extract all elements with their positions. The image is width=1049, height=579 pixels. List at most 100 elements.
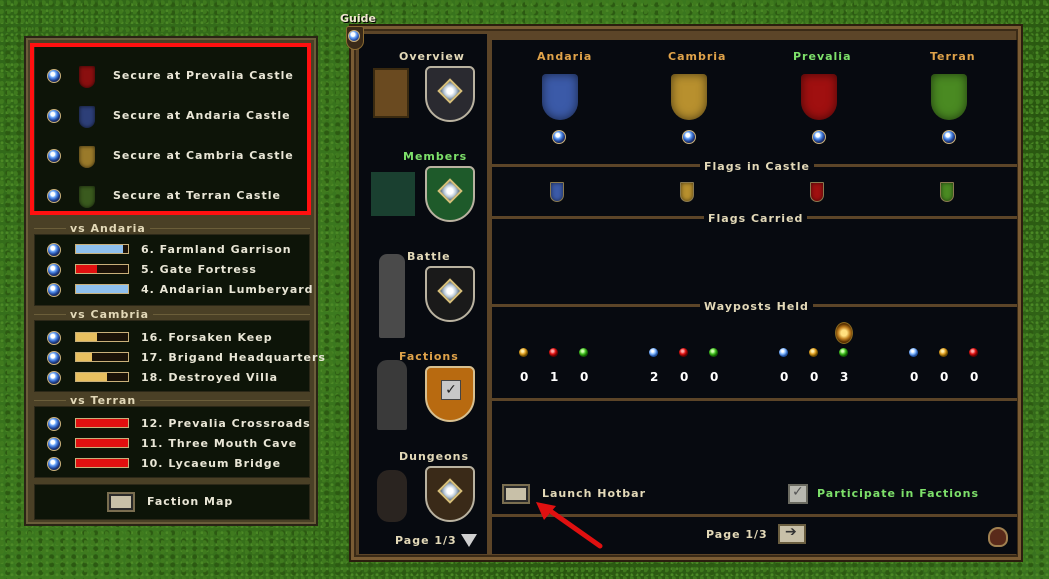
page-down-button[interactable] — [461, 534, 477, 547]
overview-crest-button[interactable] — [425, 66, 475, 122]
guide-orb-icon — [348, 30, 360, 42]
faction-orb-icon[interactable] — [812, 130, 826, 144]
nav-overview-label: Overview — [399, 50, 465, 63]
secure-objective-label: Secure at Andaria Castle — [113, 109, 291, 122]
nav-battle-label: Battle — [407, 250, 451, 263]
objective-orb-icon[interactable] — [47, 149, 61, 163]
minimize-gem-button[interactable] — [988, 527, 1008, 547]
objective-orb-icon[interactable] — [47, 437, 61, 451]
participate-checkbox[interactable]: ✓ — [788, 484, 808, 504]
waypost-blue-icon — [779, 348, 788, 357]
objective-orb-icon[interactable] — [47, 189, 61, 203]
objective-orb-icon[interactable] — [47, 457, 61, 471]
objective-orb-icon[interactable] — [47, 351, 61, 365]
members-crest-button[interactable] — [425, 166, 475, 222]
factions-warrior-icon — [377, 360, 407, 430]
objective-orb-icon[interactable] — [47, 331, 61, 345]
waypost-label: 11. Three Mouth Cave — [141, 437, 298, 450]
secure-objective-label: Secure at Cambria Castle — [113, 149, 294, 162]
waypost-blue-icon — [909, 348, 918, 357]
group-box: 6. Farmland Garrison 5. Gate Fortress 4.… — [34, 234, 313, 306]
progress-bar-fill — [76, 285, 128, 293]
cambria-flag-icon — [680, 182, 694, 202]
cambria-banner — [671, 74, 707, 120]
check-icon: ✓ — [441, 380, 461, 400]
members-figures-icon — [371, 172, 415, 216]
objective-orb-icon[interactable] — [47, 263, 61, 277]
progress-bar-fill — [76, 439, 128, 447]
progress-bar-fill — [76, 265, 97, 273]
page-label: Page — [706, 528, 741, 541]
faction-name: Cambria — [668, 50, 727, 63]
faction-map-button[interactable] — [107, 492, 135, 512]
progress-bar — [75, 244, 129, 254]
progress-bar-fill — [76, 353, 92, 361]
waypost-count: 0 — [680, 370, 689, 384]
waypost-blue-icon — [649, 348, 658, 357]
secure-objective-label: Secure at Prevalia Castle — [113, 69, 294, 82]
battle-crest-button[interactable] — [425, 266, 475, 322]
andaria-banner — [542, 74, 578, 120]
progress-bar — [75, 284, 129, 294]
waypost-yellow-icon — [519, 348, 528, 357]
faction-name: Prevalia — [793, 50, 852, 63]
guide-shield-icon — [346, 26, 364, 50]
group-box: 16. Forsaken Keep 17. Brigand Headquarte… — [34, 320, 325, 392]
faction-orb-icon[interactable] — [942, 130, 956, 144]
dungeons-crest-button[interactable] — [425, 466, 475, 522]
launch-hotbar-button[interactable] — [502, 484, 530, 504]
guide-label: Guide — [340, 12, 376, 25]
objective-orb-icon[interactable] — [47, 69, 61, 83]
faction-orb-icon[interactable] — [682, 130, 696, 144]
waypost-yellow-icon — [809, 348, 818, 357]
faction-orb-icon[interactable] — [552, 130, 566, 144]
check-icon: ✓ — [792, 484, 804, 500]
flags-in-castle-label: Flags in Castle — [700, 160, 814, 173]
waypost-label: 17. Brigand Headquarters — [141, 351, 326, 364]
objective-orb-icon[interactable] — [47, 243, 61, 257]
cambria-flag-icon — [79, 146, 95, 168]
andaria-flag-icon — [550, 182, 564, 202]
progress-bar — [75, 418, 129, 428]
factions-crest-button[interactable]: ✓ — [425, 366, 475, 422]
waypost-count: 2 — [650, 370, 659, 384]
objective-orb-icon[interactable] — [47, 109, 61, 123]
waypost-count: 0 — [520, 370, 529, 384]
nav-members-label: Members — [403, 150, 468, 163]
faction-map-row: Faction Map — [34, 484, 310, 520]
group-box: 12. Prevalia Crossroads 11. Three Mouth … — [34, 406, 310, 478]
content-pane: Andaria Cambria Prevalia Terran Flags in… — [492, 40, 1017, 554]
objectives-panel: Secure at Prevalia Castle Secure at Anda… — [24, 36, 325, 526]
objective-orb-icon[interactable] — [47, 283, 61, 297]
waypost-label: 10. Lycaeum Bridge — [141, 457, 282, 470]
progress-bar-fill — [76, 459, 128, 467]
nav-dungeons-label: Dungeons — [399, 450, 470, 463]
prevalia-flag-icon — [79, 66, 95, 88]
waypost-green-icon — [709, 348, 718, 357]
progress-bar-fill — [76, 419, 128, 427]
progress-bar — [75, 438, 129, 448]
progress-bar — [75, 264, 129, 274]
gem-icon — [437, 78, 463, 104]
progress-bar — [75, 332, 129, 342]
objective-orb-icon[interactable] — [47, 417, 61, 431]
nav-page-label: Page 1/3 — [395, 534, 457, 547]
gem-icon — [437, 278, 463, 304]
waypost-label: 18. Destroyed Villa — [141, 371, 279, 384]
waypost-count: 0 — [970, 370, 979, 384]
objective-orb-icon[interactable] — [47, 371, 61, 385]
participate-label: Participate in Factions — [817, 487, 979, 500]
waypost-count: 0 — [710, 370, 719, 384]
gem-icon — [437, 178, 463, 204]
progress-bar-fill — [76, 333, 97, 341]
progress-bar — [75, 352, 129, 362]
progress-bar-fill — [76, 373, 108, 381]
annotation-arrow-icon — [536, 502, 603, 549]
crown-icon — [835, 322, 853, 344]
overview-desk-icon — [373, 68, 409, 118]
arrow-right-icon: ➔ — [785, 524, 797, 540]
waypost-red-icon — [969, 348, 978, 357]
waypost-count: 0 — [780, 370, 789, 384]
next-page-button[interactable]: ➔ — [778, 524, 806, 544]
secure-objective-label: Secure at Terran Castle — [113, 189, 281, 202]
